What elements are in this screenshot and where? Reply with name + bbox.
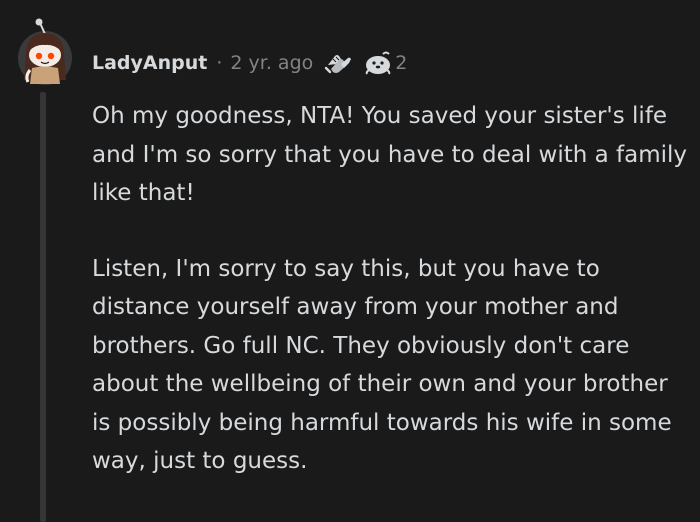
comment-meta: LadyAnput · 2 yr. ago 2 xyxy=(92,46,407,80)
timestamp-link[interactable]: 2 yr. ago xyxy=(230,52,313,74)
award-helpful-hands[interactable] xyxy=(323,50,353,76)
comment-paragraph-2: Listen, I'm sorry to say this, but you h… xyxy=(92,255,672,475)
comment-body: Oh my goodness, NTA! You saved your sist… xyxy=(92,97,692,481)
helpful-hands-award-icon xyxy=(325,55,352,74)
avatar[interactable] xyxy=(14,18,76,88)
award-wholesome-seal[interactable]: 2 xyxy=(363,50,407,76)
comment: LadyAnput · 2 yr. ago 2 Oh my goodness, … xyxy=(0,0,700,522)
username-link[interactable]: LadyAnput xyxy=(92,52,207,74)
wholesome-seal-award-icon xyxy=(366,51,391,75)
comment-paragraph-1: Oh my goodness, NTA! You saved your sist… xyxy=(92,103,688,206)
thread-collapse-line[interactable] xyxy=(40,92,46,522)
meta-separator: · xyxy=(216,52,223,74)
award-count: 2 xyxy=(395,52,408,74)
snoo-avatar-icon xyxy=(18,18,72,85)
